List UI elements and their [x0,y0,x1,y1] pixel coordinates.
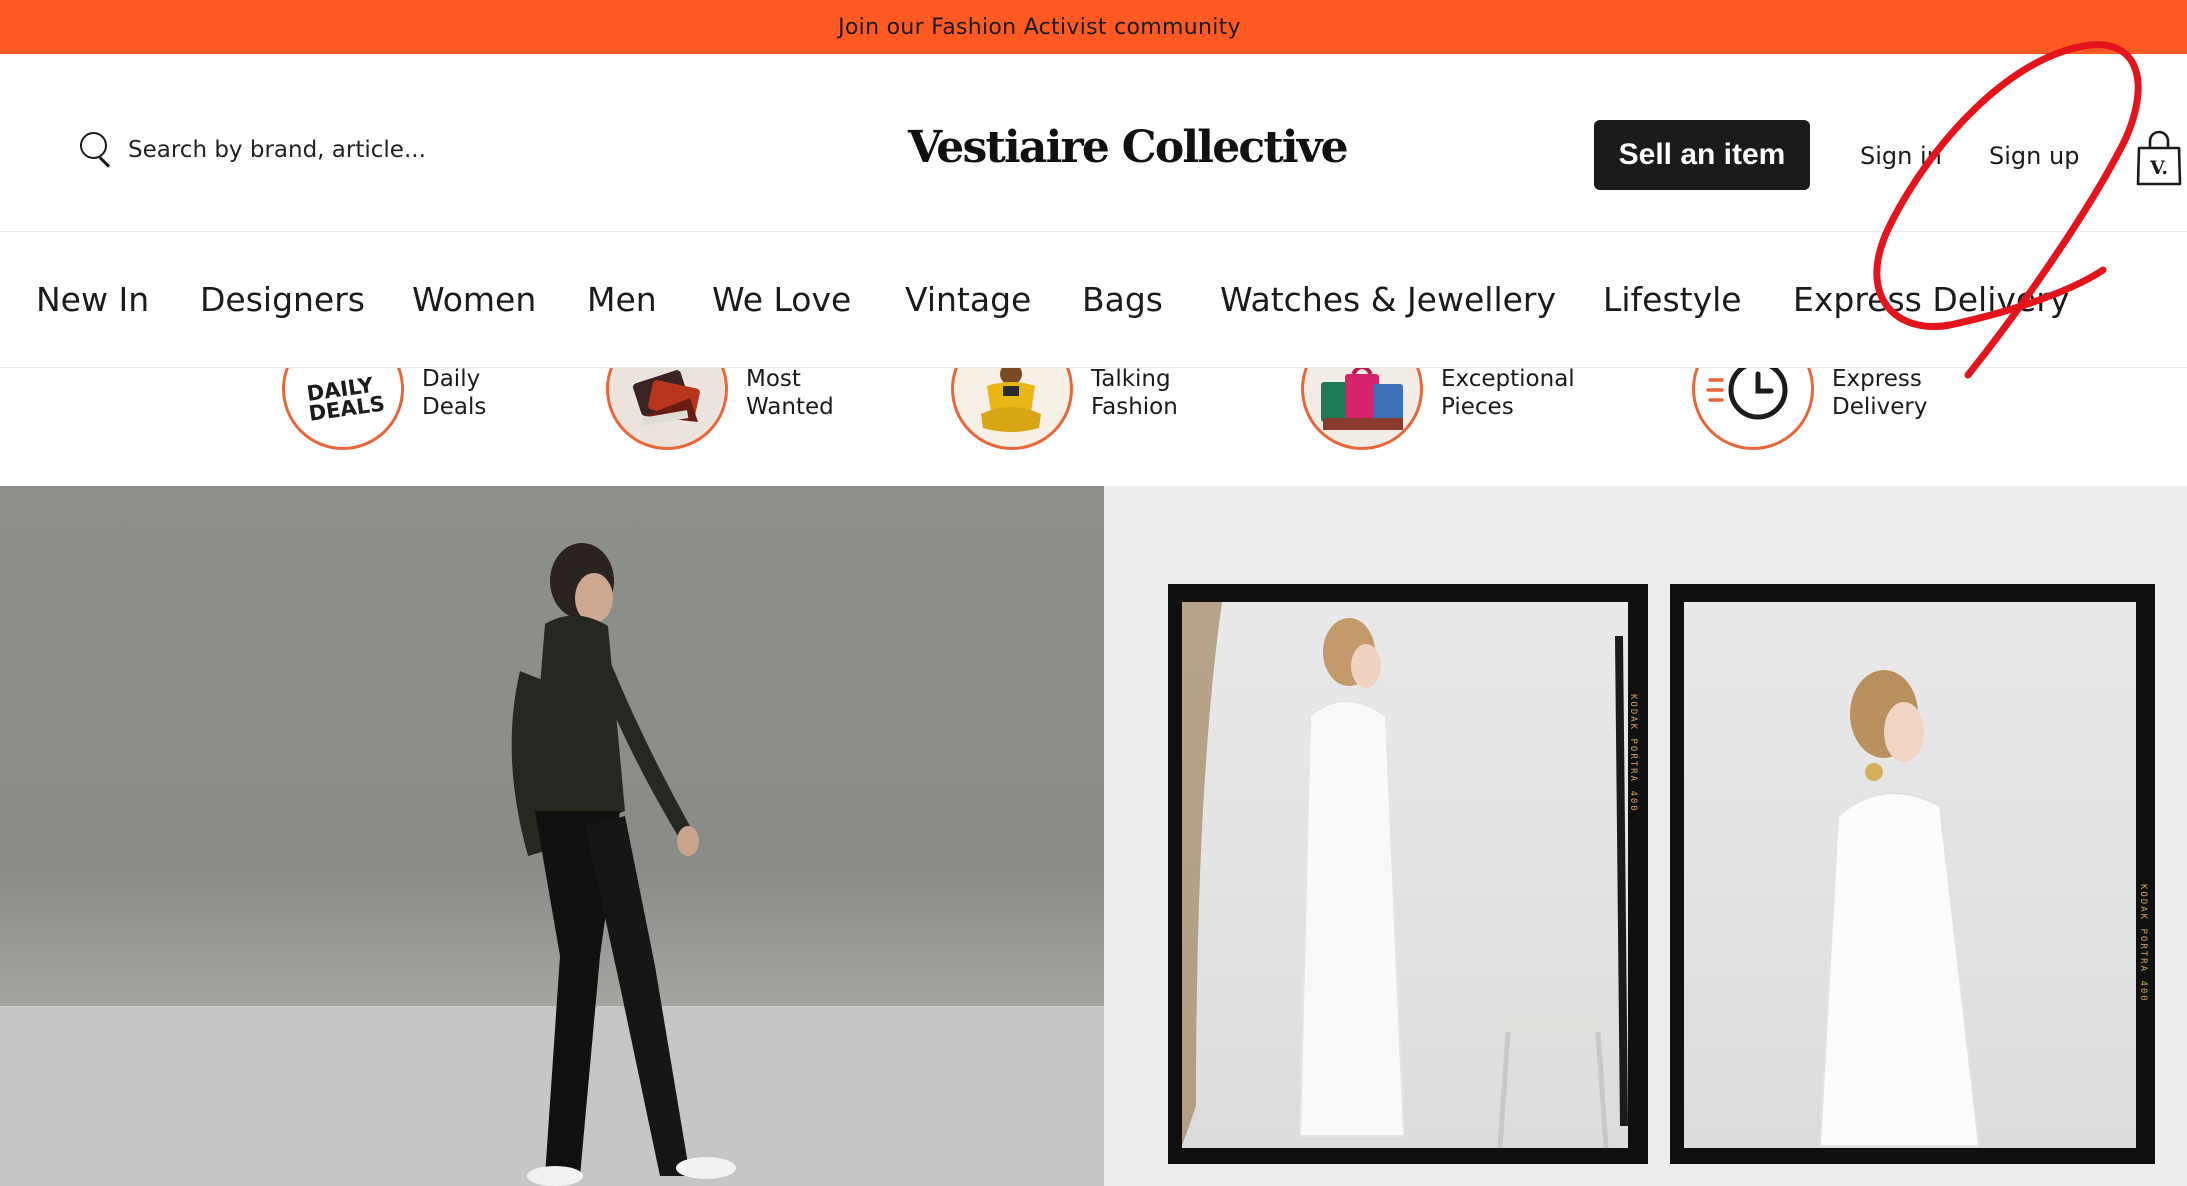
category-label-line2: Wanted [746,394,834,420]
exceptional-bags-thumbnail-icon [1301,368,1423,450]
category-express-delivery[interactable]: Express Delivery [1692,368,1992,450]
category-exceptional-pieces[interactable]: Exceptional Pieces [1301,368,1601,450]
talking-fashion-thumbnail-icon [951,368,1073,450]
category-label-line2: Pieces [1441,394,1514,420]
clock-icon [1692,368,1814,450]
daily-deals-badge-icon: DAILY DEALS [282,368,404,450]
nav-watches-jewellery[interactable]: Watches & Jewellery [1220,280,1556,319]
hero-image-left[interactable] [0,486,1104,1186]
category-most-wanted[interactable]: Most Wanted [606,368,906,450]
nav-express-delivery[interactable]: Express Delivery [1793,280,2069,319]
site-logo[interactable]: Vestiaire Collective [908,122,1349,173]
nav-men[interactable]: Men [587,280,657,319]
category-label-line2: Deals [422,394,487,420]
main-navigation: New In Designers Women Men We Love Vinta… [0,232,2187,368]
category-label-line1: Exceptional [1441,368,1575,392]
category-label-line2: Delivery [1832,394,1928,420]
category-talking-fashion[interactable]: Talking Fashion [951,368,1251,450]
nav-new-in[interactable]: New In [36,280,149,319]
sign-in-link[interactable]: Sign in [1860,142,1942,170]
category-daily-deals[interactable]: DAILY DEALS Daily Deals [282,368,582,450]
handbags-thumbnail-icon [606,368,728,450]
white-outfit-models-illustration [1182,602,1981,1149]
hero-image-right[interactable]: KODAK PORTRA 400 KODAK PORTRA 400 [1104,486,2187,1186]
promo-banner-text[interactable]: Join our Fashion Activist community [838,15,1241,40]
nav-lifestyle[interactable]: Lifestyle [1603,280,1742,319]
search-bar[interactable] [78,130,488,170]
category-strip: DAILY DEALS Daily Deals Most Wanted Talk… [0,368,2187,486]
walking-model-illustration [0,543,1104,1186]
search-input[interactable] [128,137,488,163]
promo-banner[interactable]: Join our Fashion Activist community [0,0,2187,54]
sign-up-link[interactable]: Sign up [1989,142,2079,170]
category-label-line1: Daily [422,368,481,392]
category-label-line1: Talking [1091,368,1171,392]
nav-we-love[interactable]: We Love [712,280,851,319]
category-label-line1: Express [1832,368,1922,392]
site-header: Vestiaire Collective Sell an item Sign i… [0,54,2187,232]
nav-bags[interactable]: Bags [1082,280,1163,319]
category-label-line1: Most [746,368,801,392]
nav-vintage[interactable]: Vintage [905,280,1031,319]
search-icon[interactable] [78,132,114,168]
shopping-bag-icon[interactable]: V. [2136,130,2182,186]
sell-item-button[interactable]: Sell an item [1594,120,1810,190]
nav-women[interactable]: Women [412,280,536,319]
svg-text:V.: V. [2149,157,2168,179]
category-label-line2: Fashion [1091,394,1178,420]
nav-designers[interactable]: Designers [200,280,365,319]
